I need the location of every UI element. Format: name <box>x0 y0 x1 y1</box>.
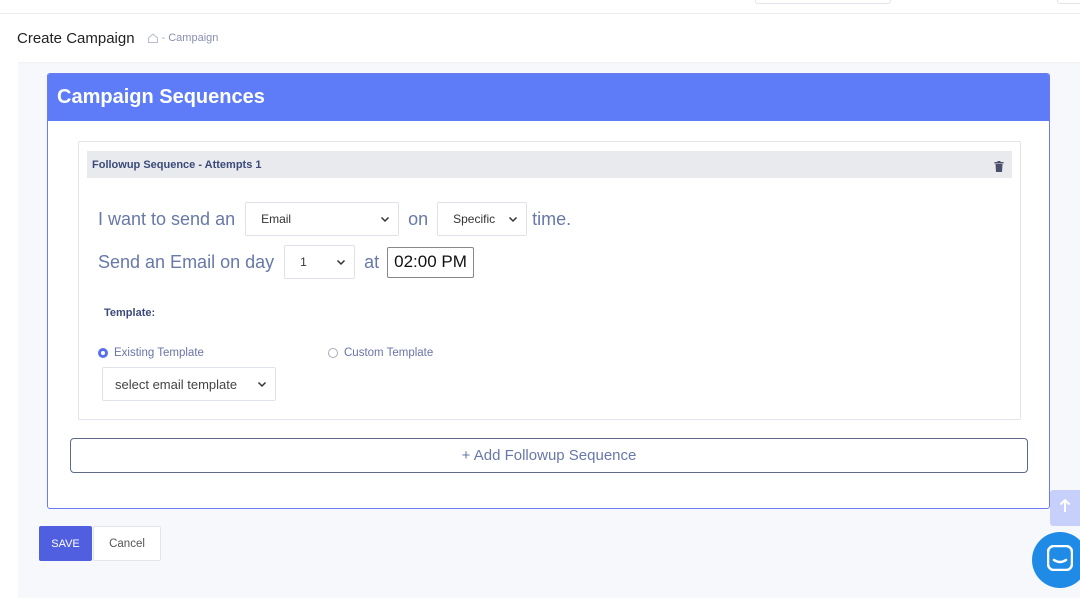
time-input[interactable]: 02:00 PM <box>387 246 474 278</box>
search-input[interactable] <box>755 0 891 4</box>
template-label: Template: <box>104 307 156 319</box>
email-template-select[interactable]: select email template <box>102 367 276 401</box>
chevron-down-icon <box>380 216 390 223</box>
channel-select-value: Email <box>261 212 292 226</box>
navbar-control[interactable] <box>1057 0 1080 4</box>
chat-icon <box>1046 544 1074 576</box>
timing-select[interactable]: Specific <box>437 202 528 236</box>
page-header: Create Campaign - Campaign <box>0 14 1080 62</box>
card-header: Campaign Sequences <box>48 74 1049 121</box>
template-select-value: select email template <box>115 376 238 392</box>
radio-unselected-icon[interactable] <box>328 348 338 358</box>
radio-existing-template[interactable]: Existing Template <box>98 347 204 359</box>
breadcrumb-campaign[interactable]: Campaign <box>168 32 218 44</box>
chat-launcher-button[interactable] <box>1032 532 1080 588</box>
sidebar-edge <box>0 62 18 598</box>
send-channel-row: I want to send an Email on Specific time… <box>98 202 571 236</box>
home-icon[interactable] <box>147 32 159 44</box>
trash-icon[interactable] <box>994 159 1004 172</box>
day-select-value: 1 <box>300 255 307 269</box>
day-sentence-prefix: Send an Email on day <box>98 251 275 272</box>
sentence-middle: on <box>408 208 429 229</box>
sentence-prefix: I want to send an <box>98 208 236 229</box>
channel-select[interactable]: Email <box>245 202 400 236</box>
chevron-down-icon <box>336 259 346 266</box>
sequence-header: Followup Sequence - Attempts 1 <box>87 151 1012 178</box>
radio-existing-label: Existing Template <box>114 347 204 359</box>
radio-custom-template[interactable]: Custom Template <box>328 347 433 359</box>
day-select[interactable]: 1 <box>284 245 356 279</box>
add-followup-sequence-button[interactable]: + Add Followup Sequence <box>70 438 1028 473</box>
timing-select-value: Specific <box>453 212 496 226</box>
scroll-to-top-button[interactable] <box>1050 490 1080 526</box>
send-day-row: Send an Email on day 1 at 02:00 PM <box>98 245 474 279</box>
campaign-sequences-card: Campaign Sequences Followup Sequence - A… <box>47 73 1050 509</box>
arrow-up-icon <box>1059 498 1071 518</box>
chevron-down-icon <box>508 216 518 223</box>
chevron-down-icon <box>257 381 267 388</box>
radio-custom-label: Custom Template <box>344 347 434 359</box>
breadcrumb-separator: - <box>161 32 166 44</box>
radio-selected-icon[interactable] <box>98 348 108 358</box>
save-button[interactable]: SAVE <box>39 526 92 561</box>
day-sentence-middle: at <box>364 251 380 272</box>
card-title: Campaign Sequences <box>57 86 265 108</box>
sequence-title: Followup Sequence - Attempts 1 <box>92 158 262 171</box>
page-title: Create Campaign <box>17 29 135 47</box>
top-navbar <box>0 0 1080 14</box>
cancel-button[interactable]: Cancel <box>93 526 161 561</box>
followup-sequence-panel: Followup Sequence - Attempts 1 I want to… <box>78 141 1021 420</box>
sentence-suffix: time. <box>532 208 572 229</box>
